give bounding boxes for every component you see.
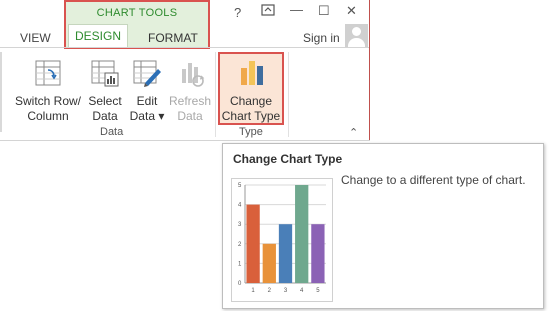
x-tick-label: 2 xyxy=(268,288,272,294)
change-chart-type-button[interactable]: Change Chart Type xyxy=(220,57,282,125)
change-chart-type-icon xyxy=(241,61,263,85)
minimize-button[interactable]: — xyxy=(290,2,303,17)
ribbon-left-edge xyxy=(0,52,2,132)
y-tick-label: 2 xyxy=(238,242,242,248)
select-data-button[interactable]: Select Data xyxy=(86,57,124,127)
tab-view[interactable]: VIEW xyxy=(20,31,51,45)
ribbon-display-options-button[interactable] xyxy=(261,3,275,20)
bar xyxy=(262,243,276,283)
select-data-icon xyxy=(91,60,119,87)
type-group-label: Type xyxy=(239,126,263,138)
data-group-label: Data xyxy=(100,126,124,138)
tooltip-description: Change to a different type of chart. xyxy=(341,173,526,187)
group-separator xyxy=(288,52,289,137)
change-chart-type-label: Change Chart Type xyxy=(221,94,281,123)
preview-bar-chart: 0 1 2 3 4 5 1 2 3 4 5 xyxy=(238,183,326,294)
tab-format[interactable]: FORMAT xyxy=(148,31,198,45)
switch-row-column-button[interactable]: Switch Row/ Column xyxy=(12,57,84,127)
y-tick-label: 1 xyxy=(238,261,242,267)
y-tick-label: 5 xyxy=(238,183,242,189)
switch-row-column-icon xyxy=(35,60,61,86)
collapse-ribbon-button[interactable]: ⌃ xyxy=(349,126,358,139)
bar xyxy=(246,204,260,283)
refresh-data-button[interactable]: Refresh Data xyxy=(168,57,212,127)
avatar-body-icon xyxy=(348,38,365,47)
group-separator xyxy=(215,52,216,137)
edit-data-button[interactable]: Edit Data ▾ xyxy=(128,57,166,127)
window-border xyxy=(369,0,370,141)
x-tick-label: 5 xyxy=(316,288,320,294)
y-tick-label: 4 xyxy=(238,203,242,209)
chart-tools-title: CHART TOOLS xyxy=(96,7,178,19)
refresh-data-icon xyxy=(182,63,205,87)
bar xyxy=(278,224,293,283)
close-button[interactable]: ✕ xyxy=(346,3,357,19)
refresh-data-label: Refresh Data xyxy=(168,94,212,123)
bar xyxy=(311,224,325,283)
edit-data-icon xyxy=(133,60,161,87)
tooltip-title: Change Chart Type xyxy=(233,152,343,166)
select-data-label: Select Data xyxy=(88,94,122,123)
y-tick-label: 3 xyxy=(238,222,242,228)
x-tick-label: 4 xyxy=(300,288,304,294)
avatar-head-icon xyxy=(352,27,361,36)
y-tick-label: 0 xyxy=(238,281,242,287)
edit-data-label: Edit Data ▾ xyxy=(129,94,165,123)
x-tick-label: 3 xyxy=(284,288,288,294)
tab-design[interactable]: DESIGN xyxy=(68,24,128,47)
ribbon-display-icon xyxy=(261,4,275,16)
switch-row-column-label: Switch Row/ Column xyxy=(14,94,82,123)
change-chart-type-tooltip: Change Chart Type Change to a different … xyxy=(222,143,544,309)
bar xyxy=(295,185,309,283)
avatar[interactable] xyxy=(345,24,368,47)
tooltip-chart-preview: 0 1 2 3 4 5 1 2 3 4 5 xyxy=(231,178,333,302)
help-button[interactable]: ? xyxy=(234,5,241,20)
maximize-button[interactable]: ☐ xyxy=(318,3,330,19)
x-tick-label: 1 xyxy=(251,288,255,294)
sign-in-link[interactable]: Sign in xyxy=(303,31,340,45)
